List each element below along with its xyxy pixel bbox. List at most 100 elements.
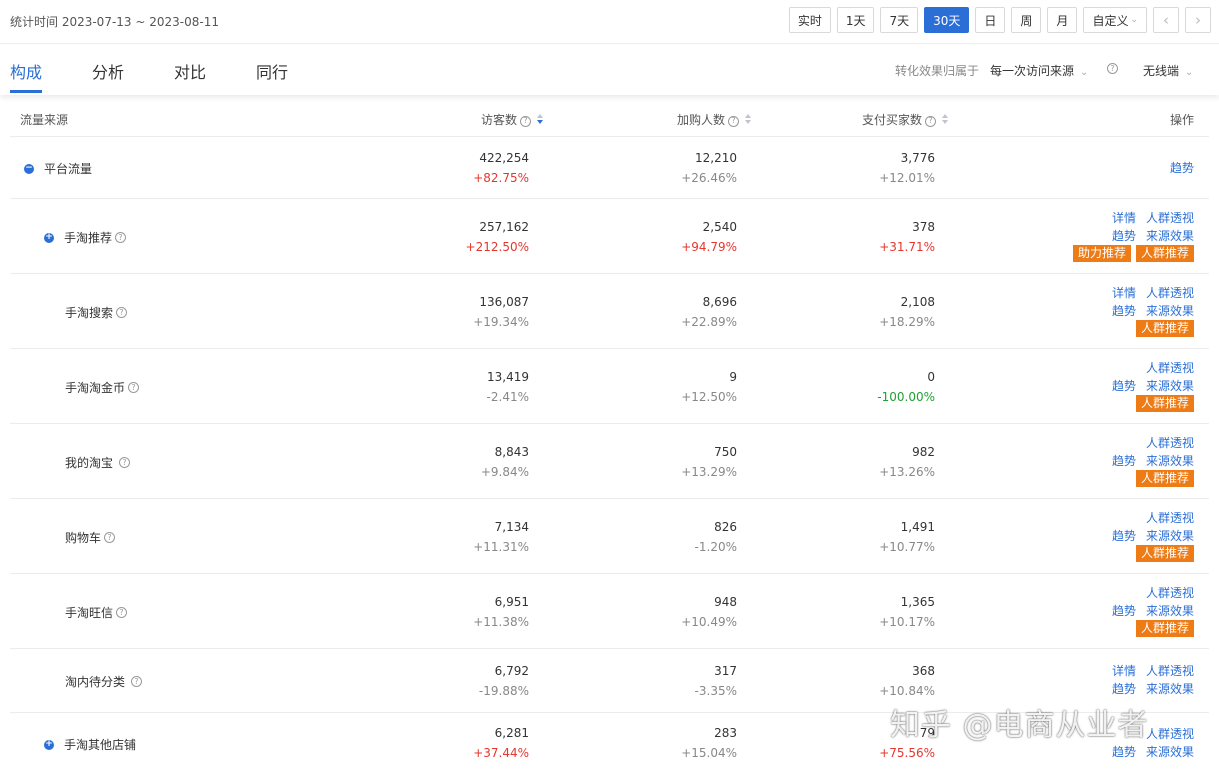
actions-cell: 详情 人群透视 趋势 来源效果 人群推荐 [1102,284,1194,338]
source-effect-link[interactable]: 来源效果 [1146,454,1194,468]
source-effect-link[interactable]: 来源效果 [1146,304,1194,318]
col-buyers[interactable]: 支付买家数? [862,111,949,128]
expand-icon[interactable]: + [44,739,54,750]
expand-icon[interactable]: + [44,232,54,243]
col-carts[interactable]: 加购人数? [677,111,752,128]
collapse-icon[interactable]: − [24,163,34,174]
chevron-down-icon: ⌄ [1185,67,1194,78]
source-cell: 手淘搜索? [65,304,128,321]
crowd-link[interactable]: 人群透视 [1146,211,1194,225]
tab-compare[interactable]: 对比 [174,59,206,83]
source-effect-link[interactable]: 来源效果 [1146,229,1194,243]
buyers-cell: 3,776 +12.01% [879,151,935,185]
visitors-cell: 6,951 +11.38% [473,595,529,629]
crowd-recommend-button[interactable]: 人群推荐 [1135,395,1194,412]
table-row: − 平台流量 422,254 +82.75% 12,210 +26.46% 3,77… [10,137,1209,199]
source-effect-link[interactable]: 来源效果 [1146,745,1194,759]
chevron-right-icon[interactable]: › [1185,7,1211,33]
trend-link[interactable]: 趋势 [1112,682,1136,696]
attribution-select[interactable]: 每一次访问来源 ⌄ [990,62,1088,79]
sort-icon[interactable] [537,114,544,125]
buyers-change: +13.26% [879,465,935,479]
crowd-link[interactable]: 人群透视 [1146,286,1194,300]
source-effect-link[interactable]: 来源效果 [1146,682,1194,696]
source-cell: + 手淘其他店铺 [44,736,136,753]
period-7day-button[interactable]: 7天 [880,7,919,33]
crowd-link[interactable]: 人群透视 [1146,511,1194,525]
trend-link[interactable]: 趋势 [1112,745,1136,759]
crowd-recommend-button[interactable]: 人群推荐 [1135,245,1194,262]
buyers-change: +10.17% [879,615,935,629]
tab-analysis[interactable]: 分析 [92,59,124,83]
buyers-cell: 378 +31.71% [879,220,935,254]
buyers-value: 378 [912,220,935,234]
help-icon[interactable]: ? [115,232,127,243]
period-custom-button[interactable]: 自定义 ⌄ [1083,7,1147,33]
period-day-button[interactable]: 日 [975,7,1006,33]
crowd-recommend-button[interactable]: 人群推荐 [1135,545,1194,562]
crowd-link[interactable]: 人群透视 [1146,361,1194,375]
source-effect-link[interactable]: 来源效果 [1146,604,1194,618]
visitors-change: +11.38% [473,615,529,629]
crowd-link[interactable]: 人群透视 [1146,664,1194,678]
detail-link[interactable]: 详情 [1112,286,1136,300]
source-name: 购物车 [65,531,102,545]
trend-link[interactable]: 趋势 [1112,229,1136,243]
help-icon[interactable]: ? [116,307,128,318]
help-icon[interactable]: ? [925,115,936,127]
buyers-change: +75.56% [879,746,935,760]
carts-value: 12,210 [695,151,737,165]
crowd-link[interactable]: 人群透视 [1146,436,1194,450]
col-carts-label: 加购人数 [676,113,725,127]
period-1day-button[interactable]: 1天 [836,7,875,33]
crowd-recommend-button[interactable]: 人群推荐 [1135,320,1194,337]
tab-composition[interactable]: 构成 [10,59,42,83]
help-icon[interactable]: ? [728,115,739,127]
col-visitors[interactable]: 访客数? [481,111,544,128]
crowd-recommend-button[interactable]: 人群推荐 [1135,470,1194,487]
trend-link[interactable]: 趋势 [1112,604,1136,618]
help-icon[interactable]: ? [128,382,140,393]
buyers-cell: 0 -100.00% [877,370,935,404]
source-name: 手淘搜索 [65,306,114,320]
source-cell: + 手淘推荐? [44,229,127,246]
tab-peers[interactable]: 同行 [256,59,288,83]
visitors-change: +9.84% [480,465,529,479]
sort-icon[interactable] [745,114,752,125]
help-icon[interactable]: ? [104,532,116,543]
crowd-recommend-button[interactable]: 人群推荐 [1135,620,1194,637]
traffic-source-table: 流量来源 访客数? 加购人数? 支付买家数? 操作 − 平台流量 422,254… [10,100,1209,760]
actions-cell: 详情 人群透视 趋势 来源效果 [1102,662,1194,698]
trend-link[interactable]: 趋势 [1112,379,1136,393]
period-week-button[interactable]: 周 [1011,7,1042,33]
assist-recommend-button[interactable]: 助力推荐 [1072,245,1131,262]
sort-icon[interactable] [942,114,949,125]
actions-cell: 人群透视 趋势 来源效果 人群推荐 [1102,584,1194,638]
device-select[interactable]: 无线端 ⌄ [1143,62,1193,79]
table-row: 手淘搜索? 136,087 +19.34% 8,696 +22.89% 2,108 +… [10,275,1209,349]
crowd-link[interactable]: 人群透视 [1146,727,1194,741]
help-icon[interactable]: ? [119,457,131,468]
trend-link[interactable]: 趋势 [1112,529,1136,543]
help-icon[interactable]: ? [116,607,128,618]
visitors-change: +19.34% [473,315,529,329]
source-name: 淘内待分类 [65,675,126,689]
chevron-left-icon[interactable]: ‹ [1153,7,1179,33]
trend-link[interactable]: 趋势 [1112,454,1136,468]
detail-link[interactable]: 详情 [1112,211,1136,225]
trend-link[interactable]: 趋势 [1112,304,1136,318]
buyers-value: 1,491 [900,520,935,534]
source-effect-link[interactable]: 来源效果 [1146,529,1194,543]
period-realtime-button[interactable]: 实时 [788,7,831,33]
help-icon[interactable]: ? [131,676,143,687]
source-effect-link[interactable]: 来源效果 [1146,379,1194,393]
period-month-button[interactable]: 月 [1047,7,1078,33]
help-icon[interactable]: ? [520,115,531,127]
period-30day-button[interactable]: 30天 [924,7,970,33]
help-icon[interactable]: ? [1107,63,1118,74]
detail-link[interactable]: 详情 [1112,664,1136,678]
buyers-cell: 1,491 +10.77% [879,520,935,554]
crowd-link[interactable]: 人群透视 [1146,586,1194,600]
trend-link[interactable]: 趋势 [1170,161,1194,175]
buyers-cell: 1,365 +10.17% [879,595,935,629]
